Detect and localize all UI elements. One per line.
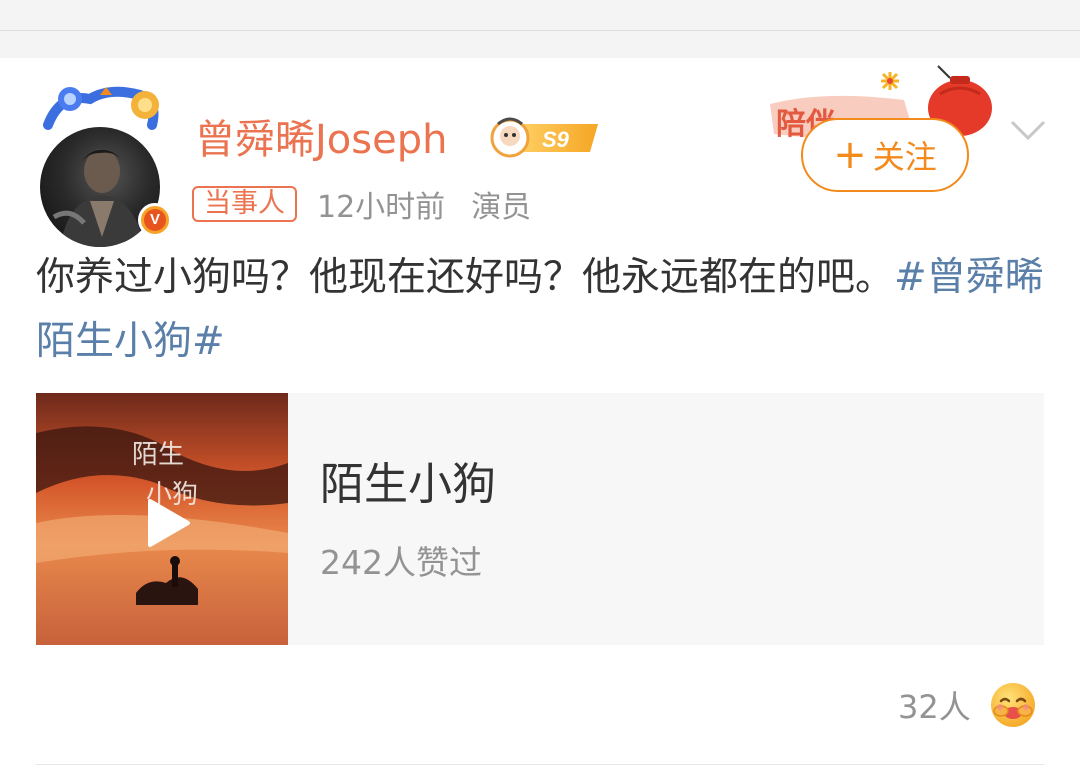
top-divider bbox=[0, 30, 1080, 31]
reaction-count: 32人 bbox=[898, 688, 971, 726]
media-title: 陌生小狗 bbox=[320, 459, 496, 510]
play-icon[interactable] bbox=[142, 497, 192, 549]
svg-text:陌生: 陌生 bbox=[132, 440, 184, 470]
user-role: 演员 bbox=[471, 190, 532, 225]
bottom-divider bbox=[36, 764, 1044, 765]
top-spacer bbox=[0, 0, 1080, 58]
follow-button[interactable]: + 关注 bbox=[801, 118, 969, 192]
post-text: 你养过小狗吗？他现在还好吗？他永远都在的吧。#曾舜晞陌生小狗# bbox=[36, 246, 1046, 374]
media-likes: 242人赞过 bbox=[320, 543, 482, 582]
media-cover[interactable]: 陌生 小狗 bbox=[36, 393, 288, 645]
verified-badge-icon: V bbox=[138, 203, 172, 237]
post-body: 你养过小狗吗？他现在还好吗？他永远都在的吧。 bbox=[36, 255, 895, 300]
level-badge-label: S9 bbox=[542, 127, 570, 152]
reaction-summary[interactable]: 32人 bbox=[898, 680, 1037, 730]
verified-badge-label: V bbox=[144, 209, 166, 231]
chevron-down-icon[interactable] bbox=[1006, 116, 1050, 144]
post-time: 12小时前 bbox=[317, 190, 446, 225]
participant-tag: 当事人 bbox=[192, 186, 297, 222]
media-card[interactable]: 陌生 小狗 陌生小狗 242人赞过 bbox=[36, 393, 1044, 645]
username[interactable]: 曾舜晞Joseph bbox=[195, 112, 447, 168]
avatar-container[interactable]: V bbox=[30, 85, 172, 247]
post-meta: 当事人 12小时前 演员 bbox=[192, 182, 531, 226]
level-badge-icon: S9 bbox=[490, 117, 598, 158]
plus-icon: + bbox=[833, 132, 867, 178]
follow-button-label: 关注 bbox=[872, 138, 937, 176]
hug-emoji-icon[interactable] bbox=[989, 681, 1037, 729]
